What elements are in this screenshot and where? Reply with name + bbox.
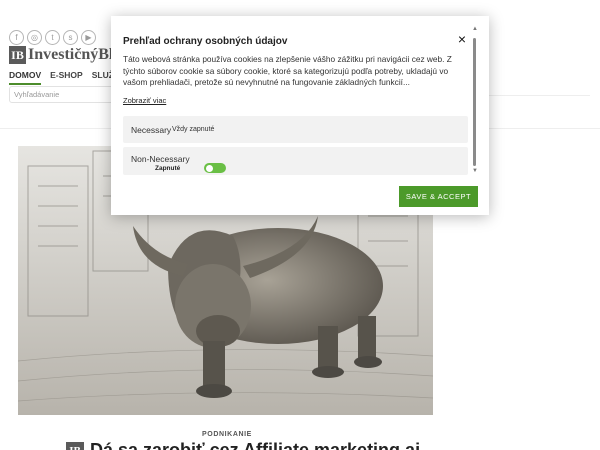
modal-title: Prehľad ochrany osobných údajov xyxy=(123,36,288,47)
toggle-knob xyxy=(205,164,213,172)
modal-description: Táto webová stránka používa cookies na z… xyxy=(123,54,452,87)
article-title-text: Dá sa zarobiť cez Affiliate marketing aj xyxy=(90,440,421,450)
logo-mark: IB xyxy=(9,46,26,64)
skype-icon[interactable]: s xyxy=(63,30,78,45)
article-category[interactable]: PODNIKANIE xyxy=(202,431,252,438)
main-nav: DOMOV E-SHOP SLUŽ xyxy=(9,70,114,85)
scrollbar-thumb[interactable] xyxy=(473,38,476,166)
show-more-link[interactable]: Zobraziť viac xyxy=(123,96,166,105)
close-icon[interactable]: × xyxy=(456,32,468,46)
nav-item-domov[interactable]: DOMOV xyxy=(9,70,42,85)
non-necessary-toggle[interactable] xyxy=(204,163,226,173)
scroll-up-icon[interactable]: ▲ xyxy=(472,26,478,32)
category-status: Vždy zapnuté xyxy=(172,126,215,133)
social-links: f ◎ t s ▶ xyxy=(9,30,96,45)
twitter-icon[interactable]: t xyxy=(45,30,60,45)
cookie-consent-modal: Prehľad ochrany osobných údajov × Táto w… xyxy=(111,16,489,215)
category-name: Non-Necessary xyxy=(131,154,190,164)
nav-item-eshop[interactable]: E-SHOP xyxy=(50,70,83,85)
cookie-category-non-necessary[interactable]: Non-Necessary Zapnuté xyxy=(123,147,468,175)
cookie-category-necessary[interactable]: Necessary Vždy zapnuté xyxy=(123,116,468,143)
title-logo-mark: IB xyxy=(66,442,84,450)
save-accept-button[interactable]: SAVE & ACCEPT xyxy=(399,186,478,207)
toggle-label: Zapnuté xyxy=(155,165,181,172)
modal-scrollbar[interactable]: ▲ ▼ xyxy=(472,26,479,176)
search-input[interactable]: Vyhľadávanie xyxy=(9,86,121,103)
category-name: Necessary xyxy=(131,125,172,135)
site-logo[interactable]: IB InvestičnýBl xyxy=(9,46,113,64)
logo-text: InvestičnýBl xyxy=(28,46,114,63)
instagram-icon[interactable]: ◎ xyxy=(27,30,42,45)
scroll-down-icon[interactable]: ▼ xyxy=(472,168,478,174)
facebook-icon[interactable]: f xyxy=(9,30,24,45)
youtube-icon[interactable]: ▶ xyxy=(81,30,96,45)
divider xyxy=(478,95,590,96)
article-title[interactable]: IB Dá sa zarobiť cez Affiliate marketing… xyxy=(66,440,420,450)
